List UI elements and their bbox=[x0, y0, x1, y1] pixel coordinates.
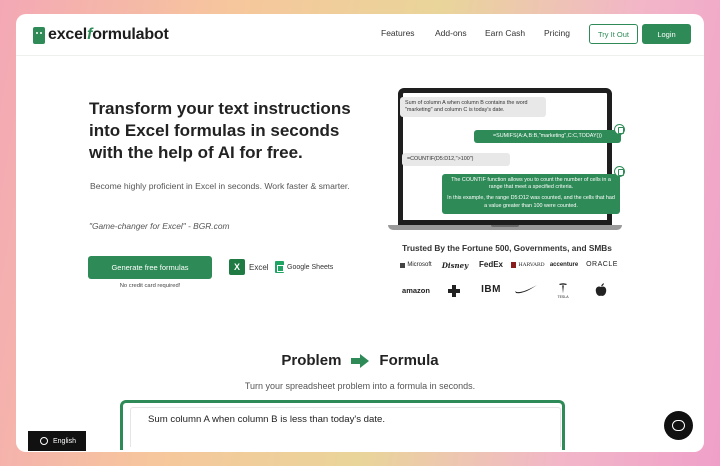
explanation-line-1: The COUNTIF function allows you to count… bbox=[451, 177, 611, 191]
google-sheets-icon bbox=[275, 261, 284, 273]
sheets-badge: Google Sheets bbox=[275, 261, 333, 273]
ibm-logo: IBM bbox=[481, 284, 501, 295]
logo[interactable]: excelformulabot bbox=[33, 26, 169, 44]
fedex-logo: FedEx bbox=[478, 260, 503, 269]
chat-bubble-icon bbox=[672, 420, 685, 431]
apple-logo bbox=[592, 282, 610, 298]
chat-message-prompt: Sum of column A when column B contains t… bbox=[400, 97, 546, 118]
trusted-title: Trusted By the Fortune 500, Governments,… bbox=[402, 243, 612, 253]
chat-widget-button[interactable] bbox=[664, 411, 693, 440]
problem-word: Problem bbox=[281, 352, 342, 369]
hero-title: Transform your text instructions into Ex… bbox=[89, 99, 351, 162]
excel-badge: X Excel bbox=[229, 259, 269, 275]
problem-subtitle: Turn your spreadsheet problem into a for… bbox=[244, 381, 476, 391]
chat-formula-result: =SUMIFS(A:A,B:B,"marketing",C:C,TODAY()) bbox=[474, 130, 621, 144]
chat-explanation: The COUNTIF function allows you to count… bbox=[442, 174, 620, 214]
microsoft-logo: Microsoft bbox=[398, 262, 434, 268]
nav-link-addons[interactable]: Add-ons bbox=[435, 28, 467, 38]
chat-message-countif: =COUNTIF(D5:D12,">100") bbox=[402, 153, 510, 167]
laptop-notch bbox=[491, 225, 519, 227]
explanation-line-2: In this example, the range D5:D12 was co… bbox=[447, 195, 615, 209]
browser-page: excelformulabot Features Add-ons Earn Ca… bbox=[16, 14, 704, 452]
oracle-logo: ORACLE bbox=[586, 261, 618, 268]
nav-link-features[interactable]: Features bbox=[381, 28, 415, 38]
accenture-logo: accenture bbox=[549, 262, 579, 268]
problem-formula-heading: Problem Formula bbox=[16, 352, 704, 369]
press-quote: "Game-changer for Excel" - BGR.com bbox=[89, 221, 230, 231]
demo-input-text: Sum column A when column B is less than … bbox=[148, 414, 386, 425]
excel-icon: X bbox=[229, 259, 245, 275]
copy-icon[interactable] bbox=[614, 124, 625, 135]
arrow-right-icon bbox=[351, 353, 370, 368]
disney-logo: Disney bbox=[441, 261, 469, 270]
sheets-label: Google Sheets bbox=[287, 263, 334, 271]
logo-text: excelformulabot bbox=[48, 26, 169, 43]
language-label: English bbox=[53, 437, 76, 445]
nav-link-pricing[interactable]: Pricing bbox=[544, 28, 570, 38]
login-button[interactable]: Login bbox=[642, 24, 691, 44]
american-red-cross-logo bbox=[442, 280, 466, 302]
top-nav: excelformulabot Features Add-ons Earn Ca… bbox=[16, 14, 704, 56]
language-selector[interactable]: English bbox=[28, 431, 86, 451]
nike-logo bbox=[512, 282, 540, 296]
no-credit-note: No credit card required! bbox=[119, 283, 181, 289]
formula-word: Formula bbox=[379, 352, 439, 369]
tesla-logo: TESLA bbox=[552, 280, 574, 302]
copy-icon[interactable] bbox=[614, 166, 625, 177]
hero-subtitle: Become highly proficient in Excel in sec… bbox=[90, 181, 350, 191]
bot-logo-icon bbox=[33, 26, 45, 44]
nav-link-earn-cash[interactable]: Earn Cash bbox=[485, 28, 525, 38]
try-it-out-button[interactable]: Try It Out bbox=[589, 24, 638, 44]
harvard-logo: HARVARD bbox=[510, 262, 546, 268]
excel-label: Excel bbox=[249, 262, 269, 272]
amazon-logo: amazon bbox=[402, 286, 430, 295]
demo-input-field[interactable] bbox=[130, 407, 561, 447]
generate-formulas-button[interactable]: Generate free formulas bbox=[88, 256, 212, 279]
globe-icon bbox=[40, 437, 48, 445]
